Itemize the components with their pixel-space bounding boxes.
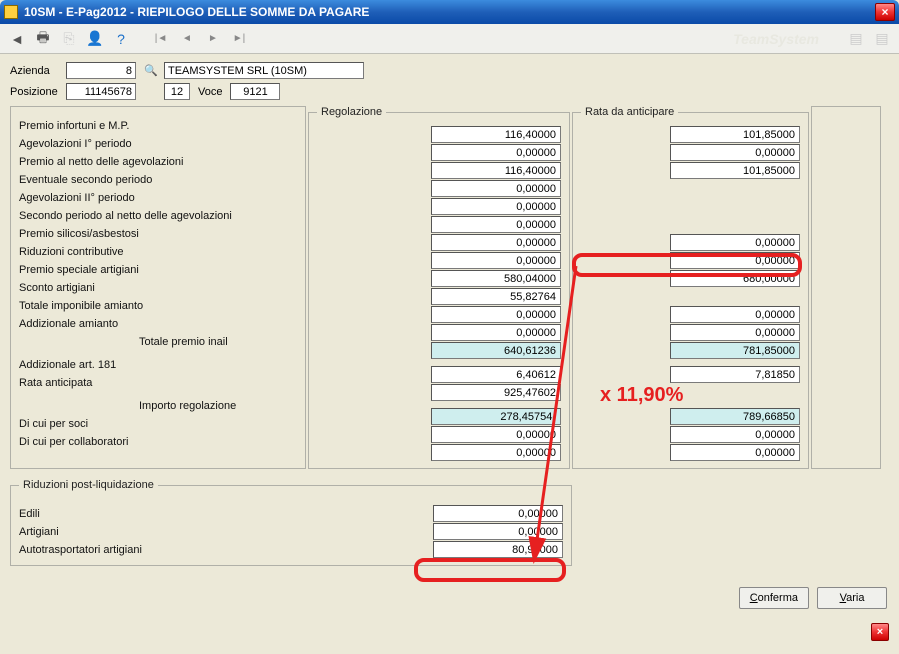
nav-first-icon[interactable]: |◄: [150, 28, 172, 50]
toolbar: ◄ 🖶 ⎘ 👤 ? |◄ ◄ ► ►| TeamSystem ▤ ▤: [0, 24, 899, 54]
content-close-button[interactable]: ×: [871, 623, 889, 641]
conferma-button[interactable]: Conferma: [739, 587, 809, 609]
footer-buttons: Conferma Varia: [739, 587, 887, 609]
tool-help-icon[interactable]: ?: [110, 28, 132, 50]
window-close-button[interactable]: ×: [875, 3, 895, 21]
tool-copy-icon: ⎘: [58, 28, 80, 50]
tool-print-icon[interactable]: 🖶: [32, 28, 54, 50]
nav-prev-icon[interactable]: ◄: [176, 28, 198, 50]
content-area: Azienda 🔍 Posizione 🔍 Voce Premio infort…: [0, 54, 899, 574]
nav-last-icon[interactable]: ►|: [228, 28, 250, 50]
tool-back-icon[interactable]: ◄: [6, 28, 28, 50]
tool-doc2-icon: ▤: [871, 28, 893, 50]
tool-doc1-icon: ▤: [845, 28, 867, 50]
window-title: 10SM - E-Pag2012 - RIEPILOGO DELLE SOMME…: [24, 5, 875, 19]
tool-user-icon[interactable]: 👤: [84, 28, 106, 50]
window-titlebar: 10SM - E-Pag2012 - RIEPILOGO DELLE SOMME…: [0, 0, 899, 24]
brand-label: TeamSystem: [733, 31, 819, 47]
annot-arrow-icon: [0, 54, 899, 654]
app-icon: [4, 5, 18, 19]
varia-button[interactable]: Varia: [817, 587, 887, 609]
nav-next-icon[interactable]: ►: [202, 28, 224, 50]
annot-text: x 11,90%: [600, 384, 683, 407]
